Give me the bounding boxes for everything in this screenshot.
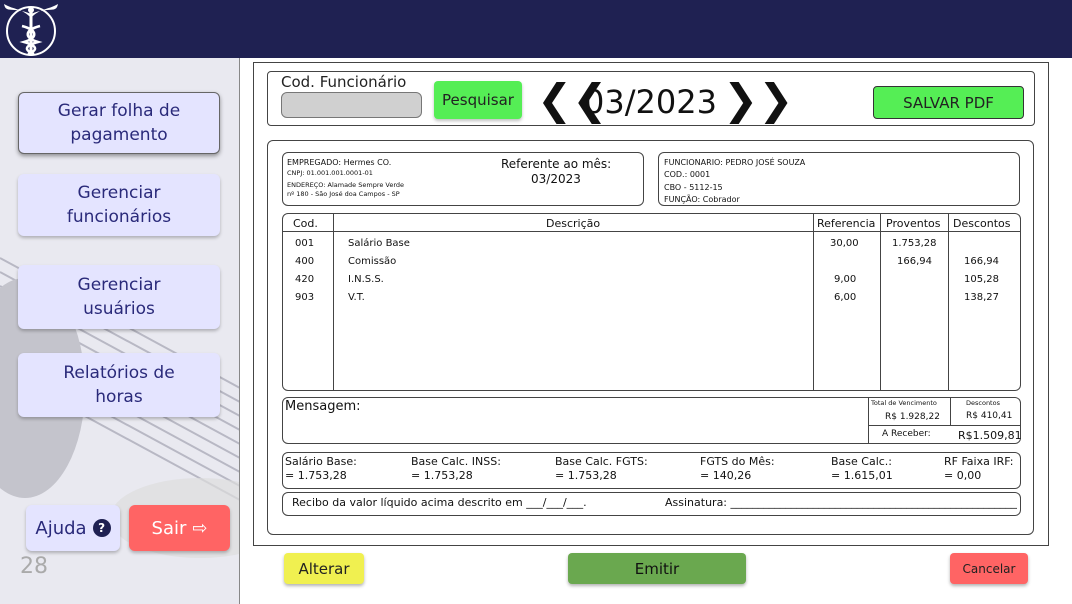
column-header-reference: Referencia [817, 217, 876, 230]
total-deductions-label: Descontos [966, 399, 1000, 407]
logout-icon: ⇨ [192, 517, 208, 539]
sidebar-item-manage-employees[interactable]: Gerenciar funcionários [18, 174, 220, 236]
fgts-month-label: FGTS do Mês: [700, 455, 775, 468]
sidebar-item-label: Relatórios de [63, 363, 175, 383]
employer-cnpj: CNPJ: 01.001.001.0001-01 [287, 169, 373, 177]
row-description: I.N.S.S. [348, 274, 384, 285]
column-header-earnings: Proventos [886, 217, 941, 230]
total-earnings-label: Total de Vencimento [871, 399, 937, 407]
row-description: Comissão [348, 256, 397, 267]
row-reference: 6,00 [834, 292, 857, 303]
save-pdf-button[interactable]: SALVAR PDF [873, 86, 1024, 119]
svg-text:28: 28 [20, 554, 48, 579]
row-earnings: 1.753,28 [892, 238, 937, 249]
irf-band-label: RF Faixa IRF: [944, 455, 1014, 468]
row-deductions: 138,27 [964, 292, 999, 303]
base-calc: Base Calc.: = 1.615,01 [831, 455, 893, 483]
help-label: Ajuda [35, 517, 87, 539]
exit-button[interactable]: Sair ⇨ [129, 505, 230, 551]
net-pay-label: A Receber: [882, 429, 931, 439]
base-salary-label: Salário Base: [285, 455, 357, 468]
reference-label: Referente ao mês: [501, 157, 612, 171]
help-icon: ? [92, 519, 111, 537]
base-salary-value: = 1.753,28 [285, 469, 347, 482]
employee-name: FUNCIONARIO: PEDRO JOSÉ SOUZA [664, 158, 806, 167]
row-code: 001 [295, 238, 315, 249]
sidebar-item-label: Gerenciar [77, 183, 161, 203]
totals-divider [950, 397, 951, 425]
row-code: 420 [295, 274, 315, 285]
base-fgts-value: = 1.753,28 [555, 469, 617, 482]
month-display: 03/2023 [584, 83, 717, 121]
total-earnings-value: R$ 1.928,22 [885, 412, 940, 422]
sidebar-item-label: Gerar folha de [57, 101, 181, 121]
sidebar-item-label: horas [95, 387, 143, 407]
employee-function: FUNÇÃO: Cobrador [664, 195, 740, 204]
help-button[interactable]: Ajuda ? [26, 505, 120, 551]
top-bar [0, 0, 1072, 58]
sidebar-item-label: pagamento [70, 125, 168, 145]
sidebar-item-hours-reports[interactable]: Relatórios de horas [18, 353, 220, 417]
employee-code-label: Cod. Funcionário [281, 73, 407, 91]
column-header-code: Cod. [293, 217, 318, 230]
column-header-description: Descrição [546, 217, 601, 230]
total-deductions-value: R$ 410,41 [966, 411, 1013, 421]
row-description: V.T. [348, 292, 365, 303]
base-calc-label: Base Calc.: [831, 455, 893, 468]
base-fgts-label: Base Calc. FGTS: [555, 455, 648, 468]
fgts-month-value: = 140,26 [700, 469, 752, 482]
row-code: 400 [295, 256, 315, 267]
row-deductions: 105,28 [964, 274, 999, 285]
base-calc-value: = 1.615,01 [831, 469, 893, 482]
employer-address-2: nº 180 - São José doa Campos - SP [287, 190, 400, 198]
totals-divider [868, 397, 869, 444]
signature-line: Assinatura: ____________________________… [665, 496, 1017, 509]
sidebar-item-label: Gerenciar [77, 275, 161, 295]
sidebar-item-manage-users[interactable]: Gerenciar usuários [18, 265, 220, 329]
base-salary: Salário Base: = 1.753,28 [285, 455, 357, 483]
column-divider [333, 213, 334, 391]
message-label: Mensagem: [285, 399, 361, 414]
sidebar-item-label: funcionários [66, 207, 172, 227]
base-inss-label: Base Calc. INSS: [411, 455, 501, 468]
row-earnings: 166,94 [897, 256, 932, 267]
sidebar-item-generate-payroll[interactable]: Gerar folha de pagamento [18, 92, 220, 154]
emit-button[interactable]: Emitir [568, 553, 746, 584]
column-divider [880, 213, 881, 391]
search-button[interactable]: Pesquisar [434, 81, 522, 119]
base-fgts: Base Calc. FGTS: = 1.753,28 [555, 455, 648, 483]
row-code: 903 [295, 292, 315, 303]
sidebar-item-label: usuários [83, 299, 155, 319]
totals-divider [868, 425, 1021, 426]
employer-name: EMPREGADO: Hermes CO. [287, 158, 392, 167]
table-header-divider [282, 231, 1021, 232]
net-pay-value: R$1.509,81 [958, 429, 1022, 442]
row-description: Salário Base [348, 238, 410, 249]
base-inss: Base Calc. INSS: = 1.753,28 [411, 455, 501, 483]
employee-code: COD.: 0001 [664, 170, 711, 179]
cancel-button[interactable]: Cancelar [950, 553, 1028, 584]
caduceus-icon [4, 4, 58, 56]
row-reference: 9,00 [834, 274, 857, 285]
irf-band: RF Faixa IRF: = 0,00 [944, 455, 1013, 483]
employer-address: ENDEREÇO: Alamade Sempre Verde [287, 181, 405, 189]
column-header-deductions: Descontos [953, 217, 1011, 230]
irf-band-value: = 0,00 [944, 469, 982, 482]
row-deductions: 166,94 [964, 256, 999, 267]
receipt-text: Recibo da valor líquido acima descrito e… [292, 496, 587, 509]
alter-button[interactable]: Alterar [284, 553, 364, 584]
employee-code-input[interactable] [281, 92, 422, 118]
column-divider [813, 213, 814, 391]
base-inss-value: = 1.753,28 [411, 469, 473, 482]
reference-month: 03/2023 [531, 172, 581, 186]
calculation-bases-box [282, 452, 1021, 489]
column-divider [948, 213, 949, 391]
exit-label: Sair [151, 517, 187, 539]
next-month-icon[interactable]: ❯❯ [723, 78, 793, 122]
row-reference: 30,00 [830, 238, 859, 249]
employee-cbo: CBO - 5112-15 [664, 183, 723, 192]
fgts-month: FGTS do Mês: = 140,26 [700, 455, 775, 483]
